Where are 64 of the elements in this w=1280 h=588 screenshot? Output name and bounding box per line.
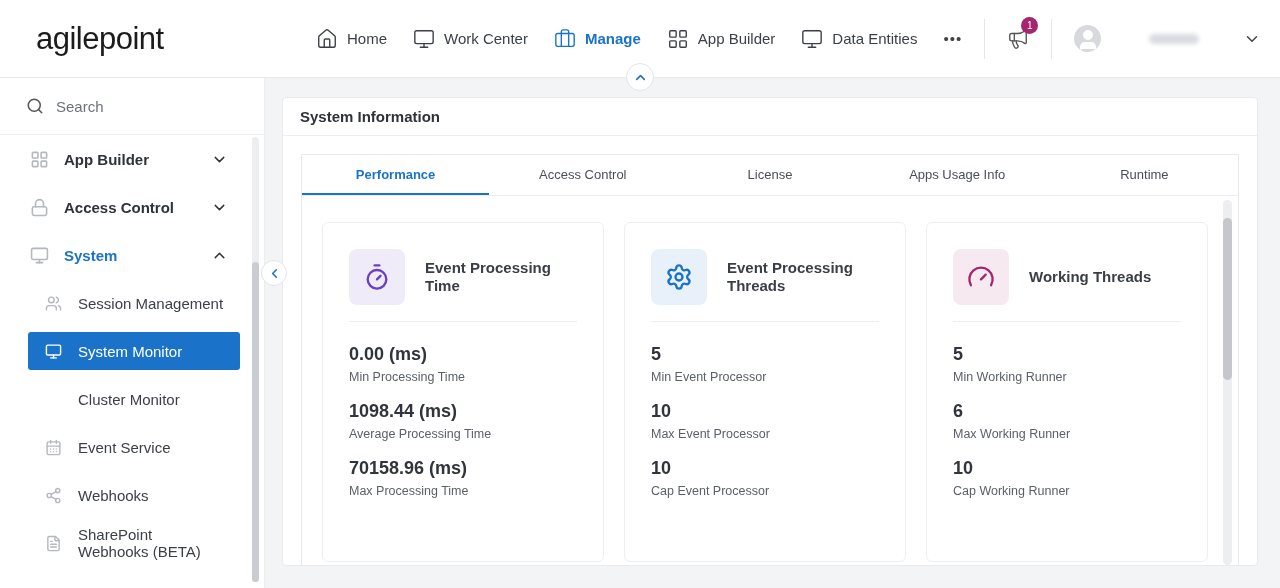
metric-label: Max Working Runner [953,427,1072,441]
card-title: Event Processing Time [425,259,552,295]
document-icon [44,534,62,552]
calendar-icon [44,438,62,456]
metric-label: Min Working Runner [953,370,1068,384]
logo: agilepoint [36,20,165,57]
metric-value: 5 [953,344,964,365]
monitor-icon [801,27,824,50]
panel-title: System Information [283,98,1257,136]
tab[interactable]: License [676,155,864,195]
nav-item[interactable]: Manage [553,27,641,50]
sidebar-group[interactable]: App Builder [28,135,250,183]
avatar[interactable] [1074,25,1102,52]
notification-badge: 1 [1021,16,1039,34]
sidebar-item[interactable]: System Monitor [28,332,240,370]
metric-label: Min Processing Time [349,370,466,384]
metric-label: Min Event Processor [651,370,768,384]
tab[interactable]: Runtime [1050,155,1238,195]
sidebar-item[interactable]: Session Management [28,284,240,322]
scrollbar-thumb[interactable] [1223,218,1232,380]
lock-icon [29,197,49,217]
metric-label: Cap Event Processor [651,484,771,498]
tab[interactable]: Apps Usage Info [863,155,1051,195]
sidebar-group[interactable]: Access Control [28,183,250,231]
sidebar-group[interactable]: System [28,231,250,279]
metric-value: 10 [651,458,673,479]
grid-icon [29,149,49,169]
metric-value: 10 [651,401,673,422]
tab[interactable]: Performance [302,155,490,195]
metric-label: Max Processing Time [349,484,470,498]
monitor-icon [44,342,62,360]
nav-item[interactable]: Work Center [413,27,528,50]
briefcase-icon [553,27,576,50]
home-icon [316,27,338,50]
nav-item[interactable]: App Builder [666,27,776,50]
metric-label: Cap Working Runner [953,484,1071,498]
metric-value: 10 [953,458,975,479]
users-icon [44,294,62,312]
search-icon [26,97,44,115]
metric-value: 0.00 (ms) [349,344,429,365]
scrollbar-thumb[interactable] [252,262,259,582]
card-title: Event Processing Threads [727,259,854,295]
gear-icon [665,263,693,291]
share-icon [44,486,62,504]
card-title: Working Threads [1029,268,1153,286]
monitor-icon [29,245,49,265]
sidebar-item[interactable]: Cluster Monitor [28,380,240,418]
collapse-header-button[interactable] [626,63,654,91]
grid-icon [666,27,689,50]
metric-value: 1098.44 (ms) [349,401,459,422]
tab[interactable]: Access Control [489,155,677,195]
blurred-username [1149,33,1200,44]
nav-item[interactable]: Data Entities [801,27,918,50]
metric-value: 5 [651,344,662,365]
metric-value: 6 [953,401,964,422]
metric-label: Average Processing Time [349,427,493,441]
sidebar-item[interactable]: Webhooks [28,476,240,514]
sidebar-item[interactable]: SharePoint Webhooks (BETA) [28,524,240,562]
metric-label: Max Event Processor [651,427,771,441]
metric-value: 70158.96 (ms) [349,458,469,479]
sidebar-item[interactable]: Event Service [28,428,240,466]
monitor-icon [413,27,435,50]
more-button[interactable]: ••• [943,30,963,47]
nav-item[interactable]: Home [316,27,387,50]
